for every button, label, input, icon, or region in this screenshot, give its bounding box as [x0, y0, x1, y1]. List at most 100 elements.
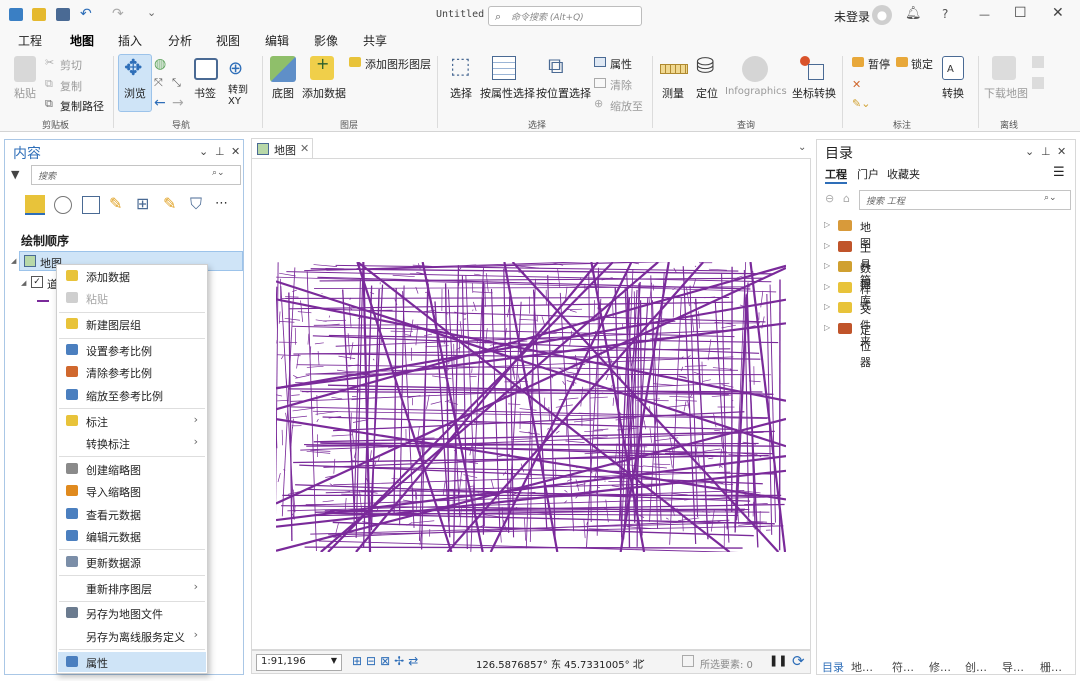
tab-analysis[interactable]: 分析 [168, 32, 192, 49]
select-by-attributes-button[interactable]: 按属性选择 [480, 85, 535, 101]
tab-insert[interactable]: 插入 [118, 32, 142, 49]
menu-item[interactable]: 设置参考比例 [58, 340, 206, 360]
catalog-menu-icon[interactable]: ☰ [1053, 165, 1065, 180]
expand-icon[interactable]: ◢ [11, 257, 16, 265]
menu-item[interactable]: 清除参考比例 [58, 362, 206, 382]
coordinate-format-dropdown[interactable]: ⌄ [638, 654, 646, 665]
basemap-button[interactable]: 底图 [272, 85, 294, 101]
minimize-button[interactable]: — [979, 8, 990, 21]
layer-visibility-checkbox[interactable]: ✓ [31, 276, 43, 288]
back-icon[interactable]: ⊖ [825, 192, 834, 205]
pause-labels-button[interactable]: 暂停 [868, 56, 890, 72]
save-icon[interactable] [56, 8, 70, 21]
home-icon[interactable]: ⌂ [843, 192, 850, 205]
maximize-button[interactable]: ☐ [1014, 5, 1027, 21]
full-extent-icon[interactable]: ◍ [154, 56, 166, 72]
attributes-button[interactable]: 属性 [610, 56, 632, 72]
tab-list-icon[interactable]: ⌄ [798, 142, 806, 153]
menu-item[interactable]: 新建图层组 [58, 314, 206, 334]
pin-icon[interactable]: ⊥ [215, 145, 225, 158]
add-data-button[interactable]: 添加数据 [302, 85, 346, 101]
expand-icon[interactable]: ▷ [824, 282, 830, 291]
menu-item[interactable]: 查看元数据 [58, 504, 206, 524]
catalog-search-input[interactable]: 搜索 工程 ⌕⌄ [859, 190, 1071, 210]
unplaced-labels-icon[interactable]: ✕ [852, 78, 861, 91]
map-view[interactable] [251, 158, 811, 650]
previous-extent-icon[interactable]: ← [154, 95, 166, 111]
list-by-editing-icon[interactable]: ✎ [109, 194, 122, 213]
expand-icon[interactable]: ▷ [824, 261, 830, 270]
pane-menu-icon[interactable]: ⌄ [1025, 145, 1034, 158]
menu-item[interactable]: 属性 [58, 651, 206, 672]
avatar[interactable]: ● [872, 5, 892, 25]
zoom-out-icon[interactable]: ⤡ [172, 76, 181, 90]
close-pane-icon[interactable]: ✕ [1057, 145, 1066, 158]
map-tools-icons[interactable]: ⊞⊟⊠✢⇄ [352, 654, 422, 668]
tab-view[interactable]: 视图 [216, 32, 240, 49]
list-by-source-icon[interactable] [54, 196, 72, 214]
pin-icon[interactable]: ⊥ [1041, 145, 1051, 158]
bookmarks-button[interactable]: 书签 [194, 85, 216, 101]
copy-button[interactable]: 复制 [60, 78, 82, 94]
expand-icon[interactable]: ▷ [824, 323, 830, 332]
remove-offline-icon[interactable] [1032, 77, 1044, 89]
close-window-button[interactable]: ✕ [1052, 5, 1064, 21]
expand-icon[interactable]: ▷ [824, 302, 830, 311]
tab-imagery[interactable]: 影像 [314, 32, 338, 49]
scale-selector[interactable]: 1:91,196 ▼ [256, 654, 342, 671]
command-search-input[interactable]: ⌕ 命令搜索 (Alt+Q) [488, 6, 642, 26]
cut-button[interactable]: 剪切 [60, 57, 82, 73]
tab-share[interactable]: 共享 [363, 32, 387, 49]
menu-item[interactable]: 添加数据 [58, 266, 206, 286]
catalog-tab-project[interactable]: 工程 [825, 166, 847, 184]
add-graphics-layer-button[interactable]: 添加图形图层 [365, 56, 431, 72]
filter-icon[interactable]: ▼ [11, 168, 19, 181]
menu-item[interactable]: 标注 › [58, 411, 206, 431]
catalog-tab-portal[interactable]: 门户 [857, 166, 879, 182]
list-by-perspective-icon[interactable]: ⛉ [190, 194, 202, 214]
convert-coordinates-button[interactable]: 坐标转换 [792, 85, 836, 101]
collapse-layer-icon[interactable]: ◢ [21, 279, 26, 287]
clear-button[interactable]: 清除 [610, 77, 632, 93]
contents-search-input[interactable]: 搜索 ⌕⌄ [31, 165, 241, 185]
paste-button[interactable]: 粘贴 [14, 85, 36, 101]
download-map-button[interactable]: 下载地图 [984, 85, 1028, 101]
menu-item[interactable]: 另存为地图文件 [58, 603, 206, 623]
menu-item[interactable]: 更新数据源 [58, 552, 206, 572]
infographics-button[interactable]: Infographics [725, 86, 787, 97]
fixed-zoom-icon[interactable]: ⤧ [154, 76, 163, 90]
menu-item[interactable]: 缩放至参考比例 [58, 385, 206, 405]
close-pane-icon[interactable]: ✕ [231, 145, 240, 158]
tab-map[interactable]: 地图 [67, 32, 97, 53]
expand-icon[interactable]: ▷ [824, 241, 830, 250]
bottom-tab[interactable]: 目录 [822, 659, 844, 675]
menu-item[interactable]: 另存为离线服务定义 › [58, 626, 206, 646]
tab-map-view[interactable]: 地图 ✕ [251, 138, 313, 158]
menu-item[interactable]: 导入缩略图 [58, 481, 206, 501]
redo-icon[interactable]: ↷ [112, 6, 124, 22]
label-priority-icon[interactable]: ✎⌄ [852, 97, 870, 110]
sync-icon[interactable] [1032, 56, 1044, 68]
menu-item[interactable]: 编辑元数据 [58, 526, 206, 546]
convert-labels-button[interactable]: 转换 [942, 85, 964, 101]
help-icon[interactable]: ? [942, 7, 948, 21]
next-extent-icon[interactable]: → [172, 95, 184, 111]
open-project-icon[interactable] [32, 8, 46, 21]
goto-xy-button[interactable]: 转到 XY [228, 85, 248, 107]
customize-qat-icon[interactable]: ⌄ [147, 6, 156, 19]
menu-item[interactable]: 粘贴 [58, 288, 206, 308]
menu-item[interactable]: 重新排序图层 › [58, 578, 206, 598]
menu-item[interactable]: 创建缩略图 [58, 459, 206, 479]
bottom-tab[interactable]: 创… [965, 659, 987, 675]
more-options-icon[interactable]: ⋯ [215, 196, 228, 211]
catalog-tab-favorites[interactable]: 收藏夹 [887, 166, 920, 182]
notifications-icon[interactable]: 🔔︎ [905, 6, 922, 21]
locate-button[interactable]: 定位 [696, 85, 718, 101]
list-by-snapping-icon[interactable]: ⊞ [136, 194, 149, 213]
copy-path-button[interactable]: 复制路径 [60, 98, 104, 114]
list-by-labeling-icon[interactable]: ✎ [163, 194, 176, 213]
pause-drawing-button[interactable]: ❚❚ [769, 654, 787, 667]
lock-labels-button[interactable]: 锁定 [911, 56, 933, 72]
measure-button[interactable]: 测量 [662, 85, 684, 101]
pane-menu-icon[interactable]: ⌄ [199, 145, 208, 158]
